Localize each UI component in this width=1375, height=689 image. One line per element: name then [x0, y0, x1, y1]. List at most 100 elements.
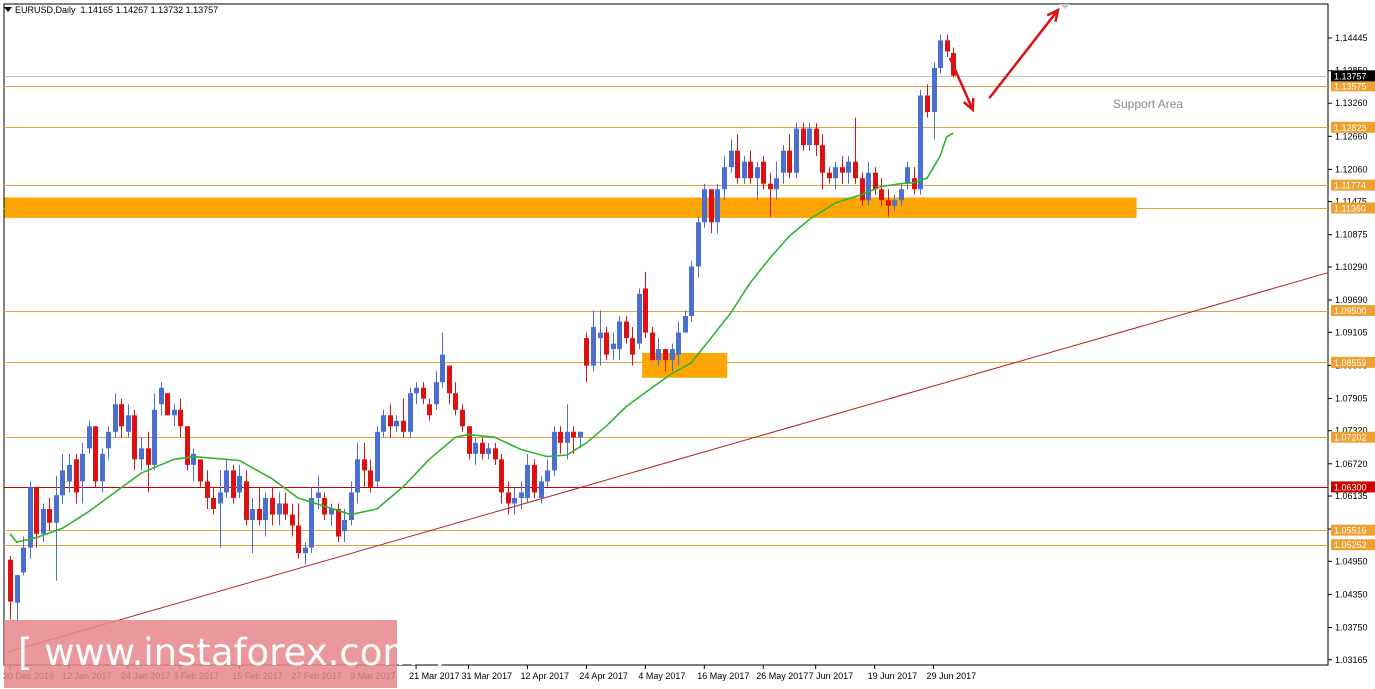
- candle-body: [263, 497, 268, 521]
- y-tick-label: 1.06135: [1335, 491, 1368, 501]
- candle-body: [74, 459, 79, 493]
- candle-body: [552, 431, 557, 471]
- candle-body: [525, 464, 530, 498]
- x-tick-label: 24 Apr 2017: [579, 671, 628, 681]
- candle-body: [873, 172, 878, 190]
- candle-body: [519, 492, 524, 498]
- level-tag-label: 1.08559: [1334, 358, 1367, 368]
- support-zone: [4, 197, 1137, 218]
- candle: [938, 34, 943, 74]
- candle-body: [814, 128, 819, 146]
- candle-body: [303, 547, 308, 554]
- candle-body: [198, 459, 203, 482]
- candle-body: [447, 365, 452, 394]
- candle-body: [80, 453, 85, 482]
- candle-body: [722, 167, 727, 190]
- candle-body: [925, 95, 930, 113]
- level-tag-label: 1.05252: [1334, 540, 1367, 550]
- candle-body: [512, 497, 517, 504]
- candle-body: [794, 128, 799, 173]
- candle-body: [558, 431, 563, 443]
- level-tag-label: 1.11360: [1334, 203, 1366, 213]
- candle-body: [316, 492, 321, 498]
- candle-body: [820, 145, 825, 173]
- candle-body: [342, 520, 347, 532]
- candle-body: [132, 415, 137, 460]
- candle-body: [702, 189, 707, 223]
- candle: [93, 426, 98, 487]
- candle: [702, 183, 707, 228]
- candle-body: [742, 161, 747, 179]
- candle-body: [54, 495, 59, 523]
- candle-body: [362, 459, 367, 471]
- candle-body: [886, 200, 891, 206]
- candle: [408, 387, 413, 438]
- candle-body: [296, 525, 301, 554]
- candle-body: [224, 470, 229, 493]
- level-tag-label: 1.07202: [1334, 433, 1367, 443]
- candle-body: [250, 508, 255, 521]
- current-price-tag-label: 1.13757: [1334, 71, 1367, 81]
- candle-body: [532, 464, 537, 493]
- candle-body: [624, 321, 629, 339]
- candle-body: [761, 161, 766, 184]
- chart-header: EURUSD,Daily 1.14165 1.14267 1.13732 1.1…: [4, 5, 218, 15]
- candle-body: [565, 431, 570, 443]
- candle-body: [905, 167, 910, 184]
- candle: [28, 481, 33, 559]
- candle-body: [67, 464, 72, 482]
- level-tag-label: 1.12823: [1334, 123, 1367, 133]
- candle-body: [860, 178, 865, 201]
- candle-body: [8, 559, 13, 602]
- candle-body: [100, 453, 105, 482]
- candle-body: [244, 481, 249, 521]
- candle-body: [892, 200, 897, 206]
- candle-body: [126, 415, 131, 432]
- candle: [375, 426, 380, 487]
- y-tick-label: 1.09105: [1335, 327, 1368, 337]
- candle-body: [827, 172, 832, 179]
- candle-body: [218, 492, 223, 504]
- candle-body: [598, 332, 603, 339]
- x-tick-label: 16 May 2017: [697, 671, 749, 681]
- support-area-label: Support Area: [1113, 97, 1183, 111]
- candle-body: [381, 415, 386, 432]
- candle-body: [414, 387, 419, 394]
- level-tag-label: 1.11774: [1334, 181, 1366, 191]
- candle-body: [401, 420, 406, 432]
- candle-body: [807, 128, 812, 146]
- candle-body: [683, 316, 688, 333]
- y-tick-label: 1.10290: [1335, 262, 1368, 272]
- x-tick-label: 4 May 2017: [638, 671, 685, 681]
- level-tag-label: 1.05516: [1334, 526, 1367, 536]
- candle-body: [60, 470, 65, 496]
- y-tick-label: 1.06720: [1335, 459, 1368, 469]
- candle-body: [375, 431, 380, 482]
- candle-body: [833, 167, 838, 179]
- candle-body: [630, 338, 635, 355]
- candle-body: [231, 470, 236, 498]
- candle-body: [591, 327, 596, 366]
- candle-body: [257, 508, 262, 521]
- watermark: [ www.instaforex.com ]: [4, 620, 445, 688]
- candle-body: [119, 404, 124, 427]
- candle-body: [139, 448, 144, 460]
- dropdown-triangle-icon[interactable]: [4, 7, 12, 12]
- x-tick-label: 19 Jun 2017: [868, 671, 918, 681]
- candle-body: [440, 354, 445, 383]
- candle-body: [866, 172, 871, 201]
- x-tick-label: 12 Apr 2017: [520, 671, 569, 681]
- candle-body: [656, 349, 661, 361]
- y-tick-label: 1.10875: [1335, 230, 1368, 240]
- candle-body: [493, 448, 498, 460]
- candle-body: [309, 497, 314, 548]
- candle-body: [670, 349, 675, 361]
- candle-body: [408, 393, 413, 432]
- candle-body: [709, 189, 714, 223]
- candle-body: [113, 404, 118, 432]
- candle-body: [283, 503, 288, 515]
- candle-body: [486, 448, 491, 454]
- candle-body: [499, 459, 504, 493]
- candle-body: [368, 470, 373, 487]
- candle-body: [604, 332, 609, 355]
